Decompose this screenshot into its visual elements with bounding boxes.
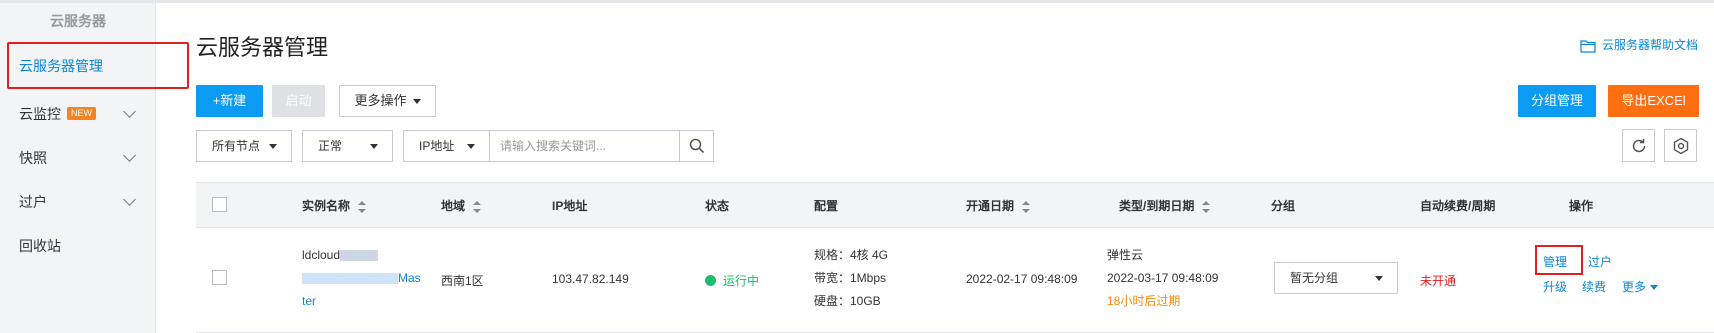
renew-link[interactable]: 续费 <box>1582 278 1606 295</box>
ip-value: 103.47.82.149 <box>552 272 629 286</box>
column-header-ip: IP地址 <box>552 199 588 213</box>
sort-icon <box>1022 200 1031 213</box>
refresh-button[interactable] <box>1622 129 1655 162</box>
disk-value: 硬盘：10GB <box>814 294 881 308</box>
sidebar-item-snapshot[interactable]: 快照 <box>0 138 156 178</box>
transfer-link[interactable]: 过户 <box>1588 253 1612 270</box>
search-field-select[interactable]: IP地址 <box>403 130 490 162</box>
export-excel-button[interactable]: 导出EXCEl <box>1608 85 1699 117</box>
status-select[interactable]: 正常 <box>302 130 393 162</box>
column-header-open-date[interactable]: 开通日期 <box>966 197 1031 214</box>
sidebar-item-label: 云监控 <box>19 106 61 122</box>
status-label: 运行中 <box>723 274 760 288</box>
new-button[interactable]: +新建 <box>196 85 263 117</box>
bandwidth-value: 带宽：1Mbps <box>814 271 887 285</box>
column-header-actions: 操作 <box>1569 199 1594 213</box>
sort-icon <box>358 200 367 213</box>
caret-down-icon <box>467 144 475 149</box>
sort-icon <box>1202 200 1211 213</box>
column-header-region[interactable]: 地域 <box>441 197 482 214</box>
group-select[interactable]: 暂无分组 <box>1274 262 1398 294</box>
gear-icon <box>1673 137 1688 154</box>
sidebar-item-label: 过户 <box>19 194 47 210</box>
column-header-label: 实例名称 <box>302 199 351 213</box>
more-ops-label: 更多操作 <box>354 93 407 108</box>
select-all-checkbox[interactable] <box>212 197 227 212</box>
sidebar-item-transfer[interactable]: 过户 <box>0 182 156 222</box>
region-value: 西南1区 <box>441 274 484 288</box>
column-header-status: 状态 <box>705 199 730 213</box>
folder-icon <box>1580 40 1596 53</box>
start-button[interactable]: 启动 <box>272 85 325 117</box>
auto-renew-value: 未开通 <box>1420 274 1457 288</box>
search-field-value: IP地址 <box>419 139 455 153</box>
sidebar-item-cloud-monitor[interactable]: 云监控 NEW <box>0 94 156 134</box>
refresh-icon <box>1632 138 1645 152</box>
more-actions-link[interactable]: 更多 <box>1622 278 1659 295</box>
more-ops-button[interactable]: 更多操作 <box>339 85 436 117</box>
instance-name-suffix: ter <box>302 294 317 308</box>
expire-date-value: 2022-03-17 09:48:09 <box>1107 271 1219 285</box>
chevron-down-icon <box>123 149 136 162</box>
column-header-name[interactable]: 实例名称 <box>302 197 367 214</box>
column-header-type-expire[interactable]: 类型/到期日期 <box>1119 197 1211 214</box>
type-expire-value: 弹性云 2022-03-17 09:48:09 18小时后过期 <box>1107 244 1218 313</box>
help-doc-label: 云服务器帮助文档 <box>1602 38 1699 52</box>
search-box <box>489 130 714 162</box>
table-row: ldcloud Mas ter 西南1区 103.47.82.149 运行中 规… <box>196 228 1714 333</box>
spec-value: 规格：4核 4G <box>814 248 889 262</box>
settings-button[interactable] <box>1664 129 1697 162</box>
caret-down-icon <box>269 144 277 149</box>
column-header-group: 分组 <box>1271 199 1296 213</box>
search-icon <box>689 138 704 154</box>
help-doc-link[interactable]: 云服务器帮助文档 <box>1580 36 1698 53</box>
new-badge: NEW <box>67 106 96 120</box>
sidebar-title: 云服务器 <box>50 13 106 29</box>
top-border <box>0 0 1714 3</box>
sidebar-item-recycle-bin[interactable]: 回收站 <box>0 226 156 266</box>
expire-note: 18小时后过期 <box>1107 294 1181 308</box>
table-header: 实例名称 地域 IP地址 状态 配置 开通日期 类型/到期日期 分组 自动续费/… <box>196 182 1714 228</box>
sidebar-item-label: 快照 <box>19 150 47 166</box>
caret-down-icon <box>1375 276 1383 281</box>
group-select-value: 暂无分组 <box>1290 271 1339 285</box>
group-manage-button[interactable]: 分组管理 <box>1518 85 1596 117</box>
instance-name-suffix: Mas <box>398 271 421 285</box>
instance-name-prefix: ldcloud <box>302 248 341 262</box>
column-header-label: 开通日期 <box>966 199 1015 213</box>
open-date-value: 2022-02-17 09:48:09 <box>966 272 1078 286</box>
highlight-box <box>1535 245 1583 275</box>
caret-down-icon <box>412 99 421 105</box>
node-select[interactable]: 所有节点 <box>196 130 292 162</box>
more-actions-label: 更多 <box>1622 280 1647 294</box>
page-title: 云服务器管理 <box>196 35 329 60</box>
redacted-text <box>302 273 398 285</box>
chevron-down-icon <box>123 105 136 118</box>
status-select-value: 正常 <box>318 139 343 153</box>
column-header-label: 地域 <box>441 199 466 213</box>
instance-name[interactable]: ldcloud Mas ter <box>302 244 421 313</box>
sidebar-item-label: 回收站 <box>19 238 61 254</box>
chevron-down-icon <box>123 193 136 206</box>
caret-down-icon <box>370 144 378 149</box>
redacted-text <box>340 250 379 262</box>
config-value: 规格：4核 4G 带宽：1Mbps 硬盘：10GB <box>814 244 888 313</box>
row-checkbox[interactable] <box>212 270 227 285</box>
column-header-auto-renew: 自动续费/周期 <box>1420 199 1496 213</box>
status-running: 运行中 <box>705 272 759 289</box>
upgrade-link[interactable]: 升级 <box>1543 278 1567 295</box>
column-header-label: 类型/到期日期 <box>1119 199 1195 213</box>
node-select-value: 所有节点 <box>212 139 261 153</box>
status-dot-icon <box>705 275 716 287</box>
sort-icon <box>473 200 482 213</box>
column-header-config: 配置 <box>814 199 839 213</box>
search-input[interactable] <box>490 131 680 161</box>
highlight-box <box>7 42 189 89</box>
type-value: 弹性云 <box>1107 248 1144 262</box>
caret-down-icon <box>1650 285 1659 291</box>
search-button[interactable] <box>679 131 713 161</box>
